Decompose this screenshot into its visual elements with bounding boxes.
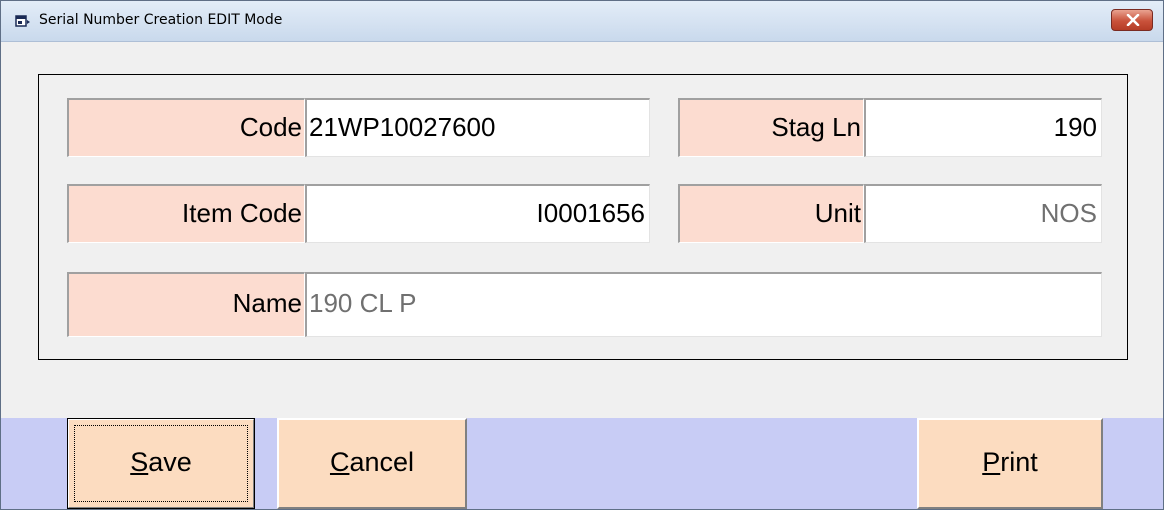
item-code-label: Item Code [67,184,305,243]
code-label: Code [67,98,305,157]
unit-label: Unit [678,184,864,243]
app-window-icon [15,14,31,28]
code-field[interactable]: 21WP10027600 [305,98,650,157]
stag-ln-field[interactable]: 190 [864,98,1102,157]
unit-field[interactable]: NOS [864,184,1102,243]
serial-number-window: Serial Number Creation EDIT Mode Code 21… [0,0,1164,510]
window-title: Serial Number Creation EDIT Mode [39,12,283,28]
close-button[interactable] [1111,9,1153,31]
title-bar[interactable]: Serial Number Creation EDIT Mode [1,1,1163,42]
close-x-icon [1126,14,1140,26]
cancel-label: ancel [349,447,415,477]
print-label: rint [1000,447,1038,477]
item-code-field[interactable]: I0001656 [305,184,650,243]
save-label: ave [148,447,192,477]
save-button[interactable]: Save [67,418,255,509]
save-accelerator: S [130,447,149,477]
cancel-accelerator: C [329,447,350,477]
print-button[interactable]: Print [917,418,1103,509]
stag-ln-label: Stag Ln [678,98,864,157]
cancel-button[interactable]: Cancel [277,418,467,509]
name-field[interactable]: 190 CL P [305,272,1102,337]
print-accelerator: P [982,447,1001,477]
name-label: Name [67,272,305,337]
